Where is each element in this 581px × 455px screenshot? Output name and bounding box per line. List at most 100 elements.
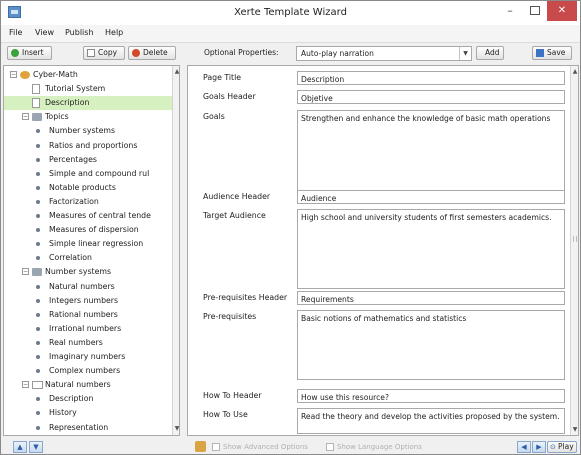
minimize-icon[interactable]: – [498, 1, 522, 21]
property-field[interactable]: Read the theory and develop the activiti… [297, 408, 565, 434]
maximize-icon[interactable] [522, 1, 546, 21]
tree-item[interactable]: − Topics [4, 110, 170, 124]
scroll-up-icon[interactable]: ▲ [572, 68, 578, 75]
tree-scrollbar[interactable]: ▲ ▼ [172, 66, 179, 435]
expand-toggle-icon[interactable]: − [10, 71, 17, 78]
tree-item-label: Description [45, 98, 90, 108]
scroll-up-icon[interactable]: ▲ [174, 68, 179, 76]
tree-item[interactable]: Complex numbers [4, 364, 170, 378]
property-field[interactable]: Basic notions of mathematics and statist… [297, 310, 565, 380]
tree-item[interactable]: History [4, 406, 170, 420]
tree-nav-bar: ▲ ▼ [3, 439, 180, 454]
scroll-down-icon[interactable]: ▼ [572, 426, 578, 433]
property-label: How To Header [203, 391, 262, 400]
properties-panel: ▲ ▼ Page Title Description Goals Header Obj… [187, 65, 579, 436]
tree-item[interactable]: Factorization [4, 195, 170, 209]
add-label: Add [485, 48, 500, 57]
property-field[interactable]: Audience [297, 190, 565, 204]
tree-item-label: Rational numbers [49, 309, 118, 319]
tree-item[interactable]: Tutorial System [4, 82, 170, 96]
optional-properties-select[interactable]: Auto-play narration ▼ [296, 46, 472, 61]
expand-toggle-icon[interactable]: − [22, 113, 29, 121]
property-field[interactable]: How use this resource? [297, 389, 565, 403]
property-field[interactable]: Strengthen and enhance the knowledge of … [297, 110, 565, 194]
chevron-down-icon[interactable]: ▼ [459, 47, 471, 60]
expand-toggle-icon[interactable]: − [22, 381, 29, 389]
scroll-down-icon[interactable]: ▼ [174, 425, 179, 433]
property-field[interactable]: High school and university students of f… [297, 209, 565, 289]
tree-item[interactable]: − Natural numbers [4, 378, 170, 392]
tree-item[interactable]: Rational numbers [4, 308, 170, 322]
insert-button[interactable]: Insert [7, 46, 52, 60]
menu-file[interactable]: File [9, 28, 22, 37]
tree-item[interactable]: Measures of central tende [4, 209, 170, 223]
tree-item[interactable]: Description [4, 392, 170, 406]
bullet-icon [36, 340, 40, 345]
tree-item[interactable]: Representation [4, 421, 170, 435]
property-label: Goals Header [203, 92, 256, 101]
property-field[interactable]: Description [297, 71, 565, 85]
delete-button[interactable]: Delete [128, 46, 176, 60]
tree-item[interactable]: Simple and compound rul [4, 167, 170, 181]
tree-item[interactable]: Imaginary numbers [4, 350, 170, 364]
tree-item[interactable]: Percentages [4, 153, 170, 167]
menu-bar: File View Publish Help [1, 25, 580, 43]
tree-item-label: Tutorial System [45, 84, 106, 94]
tree-item-label: Cyber-Math [33, 70, 78, 79]
tree-item[interactable]: Notable products [4, 181, 170, 195]
expand-toggle-icon[interactable]: − [22, 268, 29, 276]
bullet-icon [36, 355, 40, 359]
page-icon [32, 98, 40, 109]
next-button[interactable]: ▶ [532, 441, 546, 453]
bullet-icon [36, 369, 40, 374]
menu-help[interactable]: Help [105, 28, 123, 37]
tree-item[interactable]: Natural numbers [4, 280, 170, 294]
insert-label: Insert [22, 48, 44, 57]
tree-item-label: Measures of central tende [49, 211, 151, 220]
close-icon[interactable]: ✕ [547, 1, 577, 21]
show-language-checkbox[interactable] [326, 443, 334, 451]
tree-item[interactable]: Description [4, 96, 172, 111]
show-language-label: Show Language Options [337, 443, 422, 451]
tree-item[interactable]: − Cyber-Math [4, 68, 170, 82]
property-label: Goals [203, 112, 225, 121]
previous-button[interactable]: ◀ [517, 441, 531, 453]
bullet-icon [36, 326, 40, 331]
copy-button[interactable]: Copy [83, 46, 125, 60]
property-label: Page Title [203, 73, 242, 82]
tree-item-label: Ratios and proportions [49, 140, 138, 150]
play-button[interactable]: ⊙ Play [547, 441, 577, 453]
tree-item-label: Factorization [49, 196, 99, 206]
tree-item[interactable]: − Number systems [4, 265, 170, 279]
tree-item[interactable]: Measures of dispersion [4, 223, 170, 237]
properties-scrollbar[interactable]: ▲ ▼ [570, 66, 578, 435]
add-button[interactable]: Add [476, 46, 504, 60]
tree-item-label: Representation [49, 422, 109, 432]
tree-item[interactable]: Integers numbers [4, 294, 170, 308]
tree-item[interactable]: Real numbers [4, 336, 170, 350]
move-up-button[interactable]: ▲ [13, 441, 27, 453]
property-field[interactable]: Objetive [297, 90, 565, 104]
tree-item-label: Measures of dispersion [49, 225, 139, 235]
move-down-button[interactable]: ▼ [29, 441, 43, 453]
tree-item-label: Integers numbers [49, 295, 119, 305]
show-advanced-label: Show Advanced Options [223, 443, 308, 451]
scroll-grip-icon[interactable] [573, 236, 577, 242]
delete-icon [132, 49, 140, 57]
property-field[interactable]: Requirements [297, 291, 565, 305]
folder-icon [32, 113, 42, 122]
tree-item[interactable]: Number systems [4, 124, 170, 138]
show-advanced-checkbox[interactable] [212, 443, 220, 451]
window-title: Xerte Template Wizard [234, 7, 347, 18]
bullet-icon [36, 425, 40, 430]
tree-item[interactable]: Simple linear regression [4, 237, 170, 251]
tree-item-label: History [49, 408, 77, 418]
menu-view[interactable]: View [35, 28, 54, 37]
tree-item[interactable]: Correlation [4, 251, 170, 265]
property-label: Audience Header [203, 192, 271, 201]
menu-publish[interactable]: Publish [65, 28, 94, 37]
save-button[interactable]: Save [532, 46, 572, 60]
tree-item[interactable]: Ratios and proportions [4, 139, 170, 153]
tree-item-label: Number systems [49, 126, 116, 136]
tree-item[interactable]: Irrational numbers [4, 322, 170, 336]
